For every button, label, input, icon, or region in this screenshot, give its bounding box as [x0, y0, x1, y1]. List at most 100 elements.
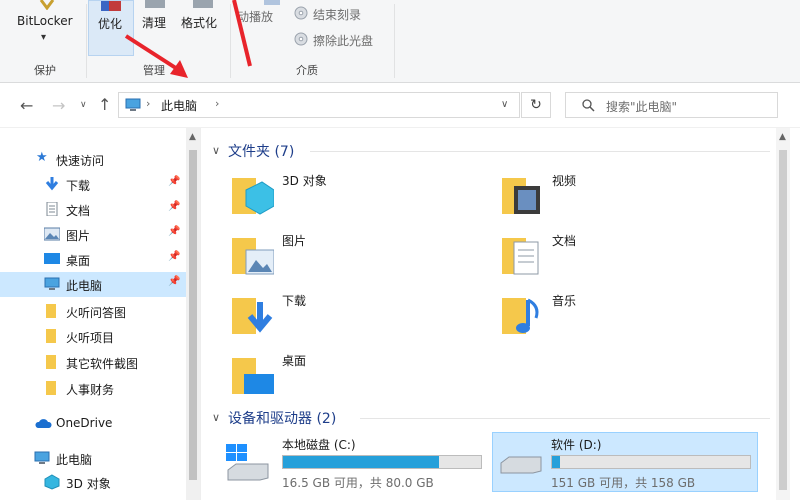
- finish-burn-button[interactable]: 结束刻录: [294, 4, 374, 24]
- drive-icon: [500, 456, 542, 474]
- nav-item-folder[interactable]: 其它软件截图: [0, 350, 186, 375]
- optimize-icon: [101, 1, 121, 11]
- folder-label: 文档: [552, 234, 577, 248]
- cube-3d-icon: [44, 474, 60, 490]
- nav-item-3d-objects[interactable]: 3D 对象: [0, 470, 186, 495]
- nav-item-desktop[interactable]: 桌面 📌: [0, 247, 186, 272]
- folder-3d-objects[interactable]: 3D 对象: [232, 172, 462, 228]
- optimize-label: 优化: [98, 17, 123, 31]
- breadcrumb-this-pc[interactable]: 此电脑: [161, 97, 197, 114]
- folder-icon: [46, 304, 56, 318]
- ribbon-separator: [394, 4, 395, 78]
- ribbon: BitLocker ▾ 保护 优化 清理 格式化 管理 动播放 结束刻录 擦除此…: [0, 0, 800, 83]
- pin-icon[interactable]: 📌: [168, 176, 180, 187]
- group-label-protect: 保护: [34, 64, 56, 77]
- chevron-down-icon: ▾: [41, 32, 47, 43]
- folders-section-header[interactable]: 文件夹 (7): [228, 141, 294, 161]
- nav-item-label: OneDrive: [56, 416, 113, 430]
- nav-item-label: 下载: [66, 179, 91, 193]
- forward-arrow-icon[interactable]: →: [52, 96, 65, 115]
- nav-item-downloads[interactable]: 下载 📌: [0, 172, 186, 197]
- folder-documents-icon: [502, 238, 539, 275]
- search-placeholder: 搜索"此电脑": [606, 100, 678, 114]
- nav-item-label: 火听项目: [66, 331, 115, 345]
- content-scrollbar-thumb[interactable]: [779, 150, 787, 490]
- autoplay-icon: [264, 0, 280, 5]
- cloud-icon: [35, 419, 52, 428]
- pin-icon[interactable]: 📌: [168, 226, 180, 237]
- breadcrumb-separator-icon[interactable]: ›: [215, 97, 219, 110]
- search-box[interactable]: 搜索"此电脑": [565, 92, 778, 118]
- scroll-up-arrow-icon[interactable]: ▲: [779, 132, 786, 142]
- cleanup-label: 清理: [142, 16, 167, 30]
- address-bar[interactable]: › 此电脑 › ∨: [118, 92, 520, 118]
- finish-burn-label: 结束刻录: [313, 8, 362, 22]
- cleanup-icon: [145, 0, 165, 8]
- nav-item-folder[interactable]: 火听项目: [0, 324, 186, 349]
- scroll-up-arrow-icon[interactable]: ▲: [189, 132, 196, 142]
- group-label-media: 介质: [296, 64, 318, 77]
- address-dropdown-icon[interactable]: ∨: [501, 99, 508, 110]
- folder-videos-icon: [502, 178, 540, 214]
- pin-icon[interactable]: 📌: [168, 251, 180, 262]
- desktop-icon: [44, 253, 60, 264]
- bitlocker-label: BitLocker: [17, 14, 73, 28]
- drives-section-header[interactable]: 设备和驱动器 (2): [228, 408, 336, 428]
- picture-icon: [44, 227, 60, 241]
- up-arrow-icon[interactable]: ↑: [98, 95, 111, 114]
- computer-icon: [125, 98, 141, 111]
- folder-videos[interactable]: 视频: [502, 172, 732, 228]
- back-arrow-icon[interactable]: ←: [20, 96, 33, 115]
- folder-documents[interactable]: 文档: [502, 232, 732, 288]
- breadcrumb-separator-icon: ›: [146, 97, 151, 110]
- nav-quick-access[interactable]: ★ 快速访问: [0, 147, 186, 172]
- nav-item-label: 图片: [66, 229, 91, 243]
- disc-icon: [294, 32, 308, 46]
- download-arrow-icon: [45, 177, 59, 191]
- folder-pictures-icon: [232, 238, 274, 275]
- folder-icon: [46, 355, 56, 369]
- nav-item-label: 此电脑: [66, 279, 103, 293]
- document-icon: [46, 202, 58, 216]
- nav-item-label: 火听问答图: [66, 306, 127, 320]
- folder-icon: [46, 329, 56, 343]
- folder-music[interactable]: 音乐: [502, 292, 732, 348]
- nav-item-folder[interactable]: 人事财务: [0, 376, 186, 401]
- drive-d[interactable]: 软件 (D:) 151 GB 可用，共 158 GB: [492, 432, 758, 492]
- nav-item-documents[interactable]: 文档 📌: [0, 197, 186, 222]
- computer-icon: [34, 451, 50, 464]
- drive-usage-fill: [283, 456, 440, 468]
- disc-icon: [294, 6, 308, 20]
- nav-item-label: 人事财务: [66, 383, 115, 397]
- drive-c[interactable]: 本地磁盘 (C:) 16.5 GB 可用，共 80.0 GB: [224, 430, 490, 490]
- bitlocker-button[interactable]: BitLocker ▾: [12, 0, 82, 56]
- section-divider: [310, 151, 770, 152]
- section-collapse-chevron-icon[interactable]: ∨: [212, 144, 220, 157]
- erase-disc-button[interactable]: 擦除此光盘: [294, 30, 384, 50]
- format-label: 格式化: [181, 16, 218, 30]
- nav-item-this-pc[interactable]: 此电脑: [0, 446, 186, 471]
- folder-icon: [46, 381, 56, 395]
- annotation-arrow: [124, 34, 188, 78]
- folder-downloads-icon: [232, 298, 273, 334]
- erase-disc-label: 擦除此光盘: [313, 34, 374, 48]
- drive-usage-fill: [552, 456, 560, 468]
- nav-item-label: 3D 对象: [66, 477, 111, 491]
- nav-item-this-pc-pinned[interactable]: 此电脑 📌: [0, 272, 186, 297]
- section-collapse-chevron-icon[interactable]: ∨: [212, 411, 220, 424]
- recent-locations-chevron-icon[interactable]: ∨: [80, 100, 87, 110]
- folder-desktop-icon: [232, 358, 274, 394]
- drive-label: 本地磁盘 (C:): [282, 438, 356, 452]
- nav-item-folder[interactable]: 火听问答图: [0, 299, 186, 324]
- ribbon-separator: [86, 4, 87, 78]
- nav-item-onedrive[interactable]: OneDrive: [0, 411, 186, 436]
- folder-downloads[interactable]: 下载: [232, 292, 462, 348]
- folder-pictures[interactable]: 图片: [232, 232, 462, 288]
- pin-icon[interactable]: 📌: [168, 276, 180, 287]
- folder-desktop[interactable]: 桌面: [232, 352, 462, 408]
- nav-scrollbar-thumb[interactable]: [189, 150, 197, 480]
- pin-icon[interactable]: 📌: [168, 201, 180, 212]
- folder-label: 图片: [282, 234, 307, 248]
- nav-item-pictures[interactable]: 图片 📌: [0, 222, 186, 247]
- refresh-button[interactable]: ↻: [521, 92, 551, 118]
